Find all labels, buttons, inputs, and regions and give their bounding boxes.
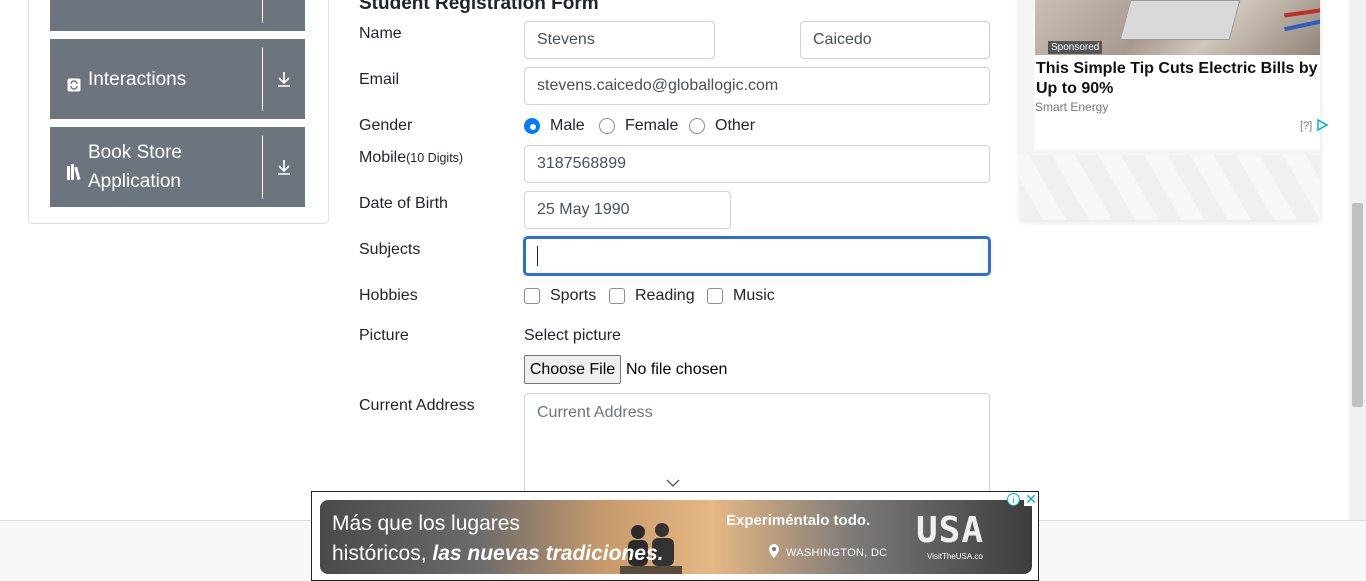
last-name-input[interactable]: Caicedo: [800, 21, 990, 59]
current-address-textarea[interactable]: Current Address: [524, 393, 990, 503]
download-icon[interactable]: [263, 39, 305, 119]
radio[interactable]: [599, 118, 615, 134]
gender-option-label: Other: [715, 117, 756, 134]
ad-source: Smart Energy: [1035, 100, 1109, 114]
radio-selected[interactable]: [524, 118, 540, 134]
address-label: Current Address: [359, 397, 475, 414]
refresh-icon: [67, 72, 81, 92]
hobby-option-label: Sports: [550, 287, 597, 304]
page-title: Student Registration Form: [359, 0, 599, 14]
gender-label: Gender: [359, 117, 413, 134]
page: Interactions Book Store Application Stud…: [0, 0, 1366, 581]
picture-prompt: Select picture: [524, 327, 621, 344]
text-caret: [537, 246, 538, 266]
books-icon: [67, 160, 81, 181]
subjects-input[interactable]: [524, 237, 990, 275]
gender-option-label: Female: [625, 117, 679, 134]
name-label: Name: [359, 25, 402, 42]
checkbox[interactable]: [524, 288, 540, 304]
banner-url: VisitTheUSA.co: [927, 552, 983, 561]
checkbox[interactable]: [609, 288, 625, 304]
ad-background-pattern: [1020, 155, 1320, 220]
address-placeholder: Current Address: [537, 404, 653, 421]
file-status: No file chosen: [626, 361, 728, 378]
radio[interactable]: [689, 118, 705, 134]
hobby-reading-checkbox[interactable]: Reading: [609, 287, 695, 305]
hobby-option-label: Reading: [635, 287, 695, 304]
sidebar-item-widgets[interactable]: [50, 0, 305, 31]
hobby-option-label: Music: [733, 287, 775, 304]
ad-info-icon[interactable]: i: [1007, 493, 1020, 506]
gender-other-radio[interactable]: Other: [689, 117, 755, 135]
adchoices-icon: [1317, 118, 1329, 132]
usa-logo: USA: [916, 510, 985, 551]
gender-female-radio[interactable]: Female: [599, 117, 678, 135]
email-label: Email: [359, 71, 400, 88]
location-pin-icon: [769, 544, 779, 558]
sidebar-item-label: Book Store Application: [88, 142, 182, 192]
adchoices[interactable]: [?]: [1300, 118, 1329, 132]
chevron-down-icon: [666, 479, 680, 487]
hobbies-label: Hobbies: [359, 287, 418, 304]
gender-option-label: Male: [550, 117, 585, 134]
first-name-input[interactable]: Stevens: [524, 21, 715, 59]
gender-male-radio[interactable]: Male: [524, 117, 585, 135]
download-icon[interactable]: [263, 0, 305, 31]
banner-location: WASHINGTON, DC: [786, 547, 888, 559]
dob-input[interactable]: 25 May 1990: [524, 191, 731, 229]
sidebar-item-interactions[interactable]: Interactions: [50, 39, 305, 119]
banner-line2: históricos, las nuevas tradiciones.: [332, 542, 664, 565]
download-icon[interactable]: [263, 127, 305, 207]
hobby-music-checkbox[interactable]: Music: [707, 287, 775, 305]
sidebar-item-book-store[interactable]: Book Store Application: [50, 127, 305, 207]
sidebar-item-label: [50, 0, 262, 31]
hobby-sports-checkbox[interactable]: Sports: [524, 287, 596, 305]
subjects-label: Subjects: [359, 241, 421, 258]
choose-file-button[interactable]: Choose File: [524, 355, 621, 384]
banner-line1: Más que los lugares: [332, 512, 520, 535]
sidebar-item-label: Interactions: [88, 68, 187, 90]
dob-label: Date of Birth: [359, 195, 448, 212]
close-icon[interactable]: ✕: [1024, 492, 1038, 506]
banner-tagline: Experiméntalo todo.: [726, 512, 871, 529]
mobile-input[interactable]: 3187568899: [524, 145, 990, 183]
mobile-label: Mobile(10 Digits): [359, 149, 464, 166]
mobile-hint: (10 Digits): [406, 151, 464, 165]
sponsored-badge: Sponsored: [1048, 41, 1103, 54]
ad-headline[interactable]: This Simple Tip Cuts Electric Bills by U…: [1036, 59, 1336, 99]
checkbox[interactable]: [707, 288, 723, 304]
scrollbar-thumb[interactable]: [1352, 203, 1363, 407]
adchoices-label: [?]: [1300, 120, 1313, 132]
banner-image[interactable]: Más que los lugares históricos, las nuev…: [320, 500, 1032, 574]
picture-label: Picture: [359, 327, 409, 344]
banner-advertisement[interactable]: Más que los lugares históricos, las nuev…: [311, 491, 1039, 581]
email-input[interactable]: stevens.caicedo@globallogic.com: [524, 67, 990, 105]
